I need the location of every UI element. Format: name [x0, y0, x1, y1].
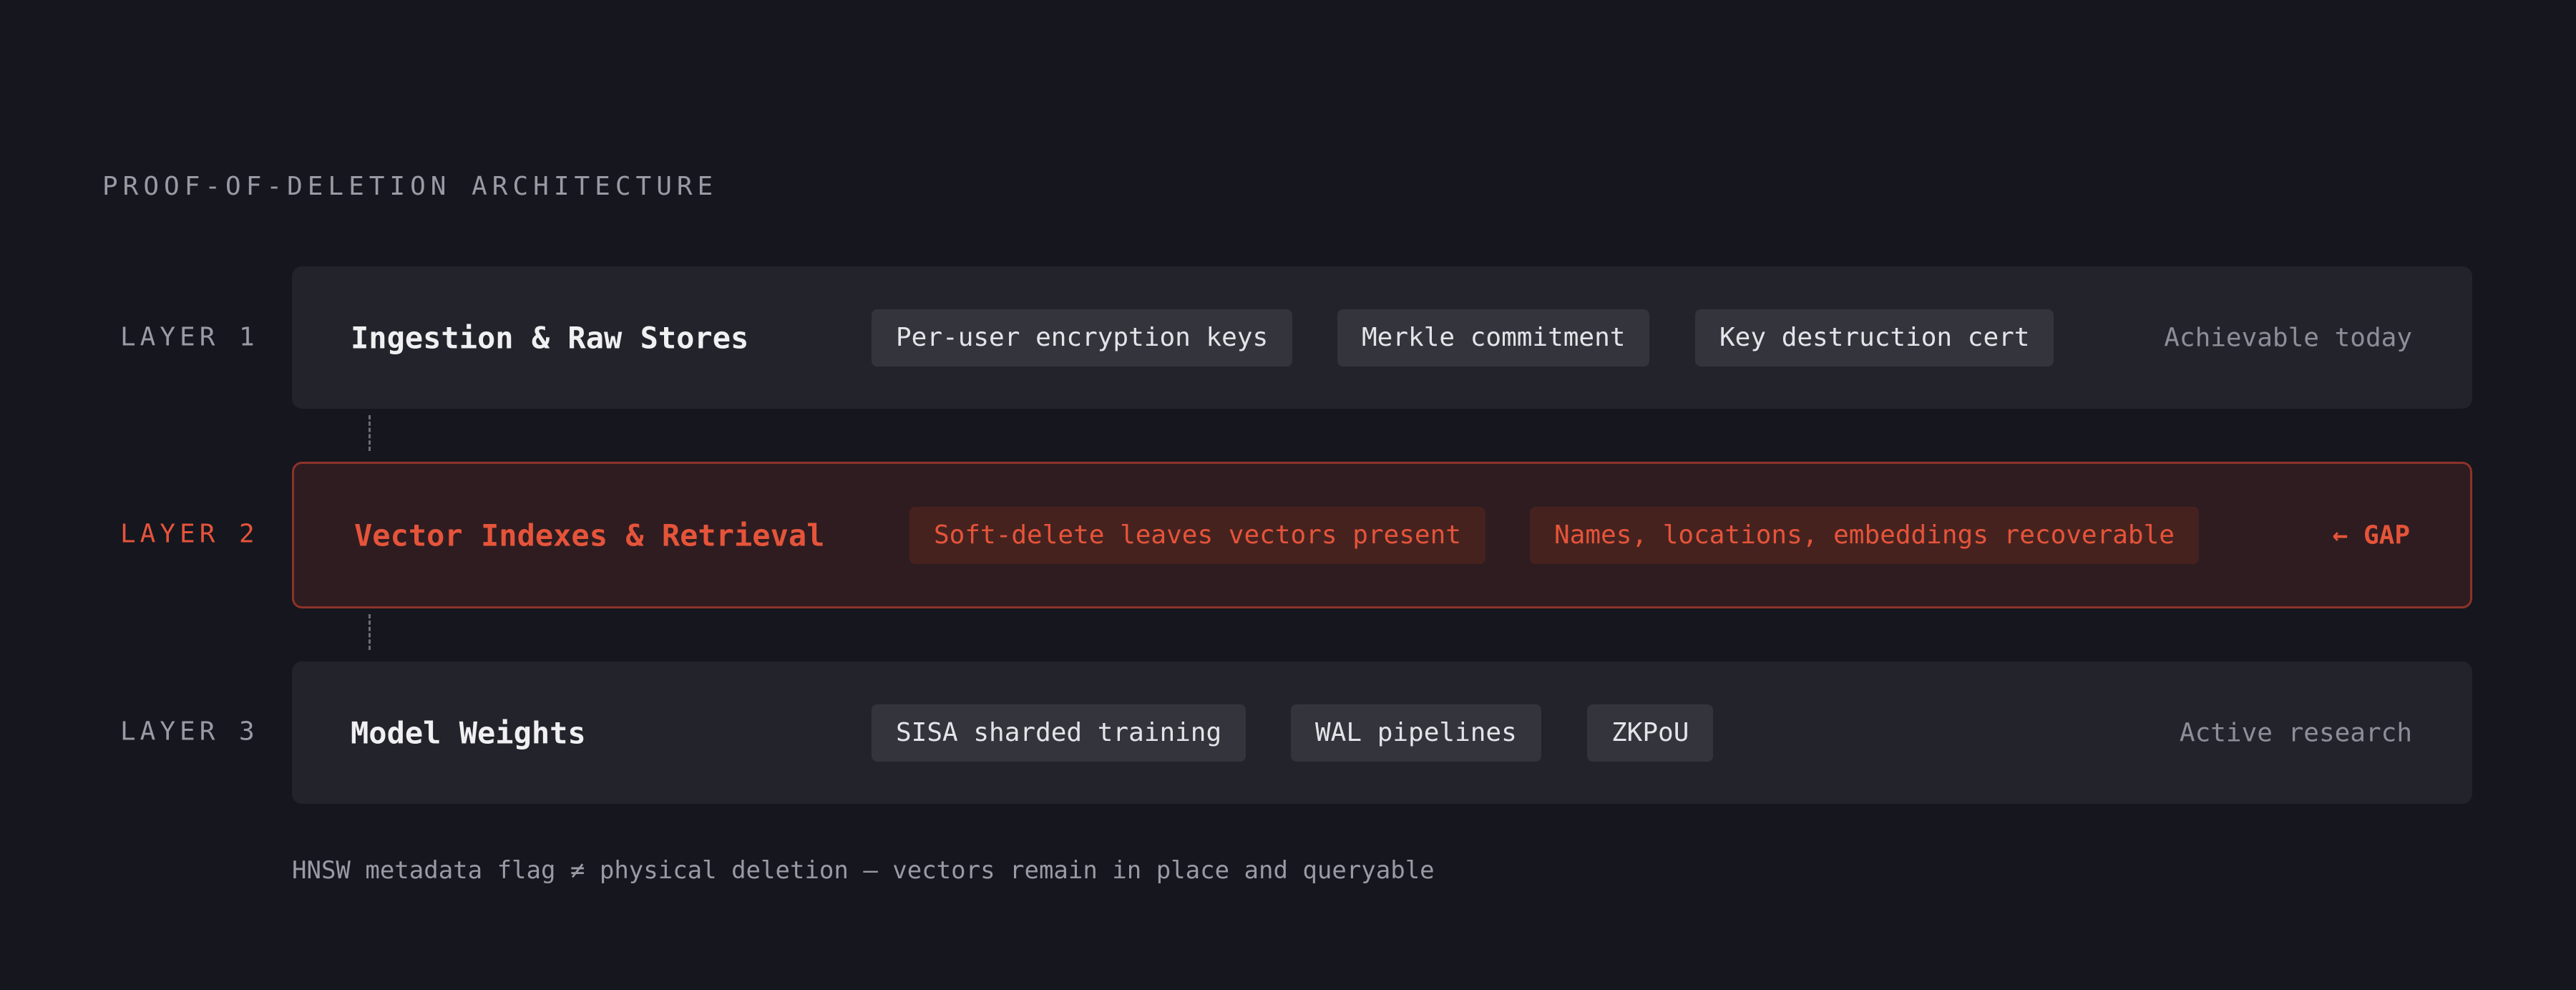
connector-1-2 [369, 415, 371, 451]
layer-3-title: Model Weights [351, 715, 586, 750]
layer-1-band: Ingestion & Raw Stores Per-user encrypti… [292, 266, 2472, 409]
layer-3-label: LAYER 3 [120, 717, 259, 747]
layer-3-band: Model Weights SISA sharded training WAL … [292, 661, 2472, 804]
layer-1-chip-2: Merkle commitment [1337, 309, 1650, 367]
layer-2-band: Vector Indexes & Retrieval Soft-delete l… [292, 462, 2472, 608]
layer-3-chip-2: WAL pipelines [1291, 704, 1541, 762]
layer-3-chip-1: SISA sharded training [872, 704, 1246, 762]
layer-3-status: Active research [2179, 718, 2412, 747]
connector-2-3 [369, 614, 371, 650]
layer-3-chip-3: ZKPoU [1587, 704, 1714, 762]
layer-2-chip-2: Names, locations, embeddings recoverable [1530, 506, 2199, 564]
footnote: HNSW metadata flag ≠ physical deletion —… [292, 856, 1435, 885]
layer-1-status: Achievable today [2164, 323, 2412, 352]
layer-2-label: LAYER 2 [120, 519, 259, 549]
diagram-heading: PROOF-OF-DELETION ARCHITECTURE [102, 172, 718, 201]
layer-1-title: Ingestion & Raw Stores [351, 320, 749, 355]
layer-2-gap-status: ← GAP [2332, 520, 2410, 550]
layer-2-chip-1: Soft-delete leaves vectors present [909, 506, 1485, 564]
layer-1-chip-3: Key destruction cert [1695, 309, 2054, 367]
layer-1-chip-1: Per-user encryption keys [872, 309, 1293, 367]
layer-1-label: LAYER 1 [120, 322, 259, 352]
diagram-canvas: PROOF-OF-DELETION ARCHITECTURE LAYER 1 I… [0, 0, 2576, 990]
layer-2-title: Vector Indexes & Retrieval [354, 518, 825, 553]
